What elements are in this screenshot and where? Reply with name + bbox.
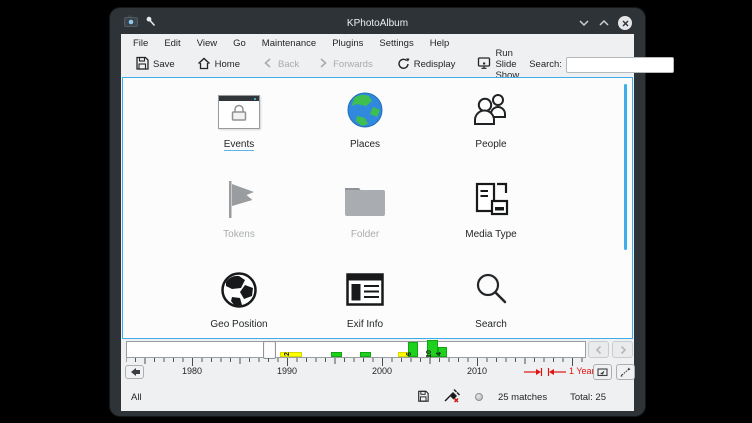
histogram-bar[interactable] <box>331 352 342 357</box>
home-icon <box>197 56 211 73</box>
back-label: Back <box>278 59 299 70</box>
category-browser: Events Places People Tokens Folder <box>122 77 633 339</box>
thumbnail-loading-led <box>475 393 483 401</box>
date-bar-scroll-right-button[interactable] <box>612 341 633 358</box>
category-events[interactable]: Events <box>176 88 302 178</box>
home-label: Home <box>215 59 240 70</box>
forwards-button[interactable]: Forwards <box>311 54 379 75</box>
menu-settings[interactable]: Settings <box>371 36 421 51</box>
vertical-scrollbar[interactable] <box>624 84 627 250</box>
plug-disconnected-icon <box>444 388 460 406</box>
back-button[interactable]: Back <box>256 54 305 75</box>
category-media-type[interactable]: Media Type <box>428 178 554 268</box>
menu-file[interactable]: File <box>125 36 156 51</box>
date-bar: 2 6 10 4 1980 1990 2000 2010 <box>121 339 634 383</box>
unit-width-arrows <box>523 367 567 377</box>
menu-maintenance[interactable]: Maintenance <box>254 36 324 51</box>
folder-icon <box>343 182 387 223</box>
shrink-date-bar-button[interactable] <box>593 364 612 380</box>
menu-bar: File Edit View Go Maintenance Plugins Se… <box>121 34 634 52</box>
toolbar: Save Home Back Forwards Redisplay Run Sl… <box>121 52 634 77</box>
forward-icon <box>317 57 329 72</box>
histogram-bar[interactable]: 4 <box>438 347 447 357</box>
redisplay-label: Redisplay <box>414 59 456 70</box>
menu-help[interactable]: Help <box>422 36 458 51</box>
current-unit-indicator[interactable] <box>263 341 276 359</box>
year-tick-label: 1980 <box>182 366 202 376</box>
save-icon <box>135 56 149 73</box>
menu-go[interactable]: Go <box>225 36 254 51</box>
back-icon <box>262 57 274 72</box>
total-count: Total: 25 <box>570 392 606 403</box>
timeline-ticks <box>126 358 586 366</box>
cancel-date-selection-button[interactable] <box>125 365 144 379</box>
date-bar-strip[interactable]: 2 6 10 4 <box>126 341 586 358</box>
app-window: KPhotoAlbum File Edit View <box>110 8 645 416</box>
minimize-button[interactable] <box>578 18 590 28</box>
menu-plugins[interactable]: Plugins <box>324 36 371 51</box>
menu-edit[interactable]: Edit <box>156 36 188 51</box>
histogram-bar[interactable]: 6 <box>408 342 418 357</box>
slideshow-icon <box>477 56 491 73</box>
category-folder[interactable]: Folder <box>302 178 428 268</box>
magnifier-icon <box>472 271 510 314</box>
refresh-icon <box>397 57 410 73</box>
people-icon <box>471 91 511 134</box>
exif-info-icon <box>346 273 384 311</box>
close-button[interactable] <box>618 16 632 30</box>
category-places[interactable]: Places <box>302 88 428 178</box>
category-tokens[interactable]: Tokens <box>176 178 302 268</box>
save-button[interactable]: Save <box>129 53 181 76</box>
year-tick-label: 1990 <box>277 366 297 376</box>
events-icon <box>218 95 260 129</box>
flag-icon <box>221 179 257 226</box>
expand-date-bar-button[interactable] <box>616 364 635 380</box>
home-button[interactable]: Home <box>191 53 246 76</box>
menu-view[interactable]: View <box>189 36 225 51</box>
histogram-bar[interactable] <box>360 352 371 357</box>
search-label: Search: <box>529 59 562 70</box>
geo-globe-icon <box>220 271 258 314</box>
category-people[interactable]: People <box>428 88 554 178</box>
globe-icon <box>346 91 384 134</box>
maximize-button[interactable] <box>598 18 610 28</box>
year-tick-label: 2000 <box>372 366 392 376</box>
window-title: KPhotoAlbum <box>121 18 634 29</box>
unit-label: 1 Year <box>569 366 595 376</box>
dirty-indicator-save-icon <box>417 390 429 405</box>
title-bar: KPhotoAlbum <box>121 12 634 34</box>
matches-count: 25 matches <box>498 392 547 403</box>
save-label: Save <box>153 59 175 70</box>
redisplay-button[interactable]: Redisplay <box>391 54 462 76</box>
status-context: All <box>131 392 142 403</box>
date-bar-scroll-left-button[interactable] <box>588 341 609 358</box>
status-bar: All 25 matches Total: 25 <box>121 383 634 411</box>
search-input[interactable] <box>566 57 674 73</box>
histogram-bar[interactable]: 2 <box>280 352 302 357</box>
year-tick-label: 2010 <box>467 366 487 376</box>
media-type-icon <box>471 181 511 224</box>
forwards-label: Forwards <box>333 59 373 70</box>
